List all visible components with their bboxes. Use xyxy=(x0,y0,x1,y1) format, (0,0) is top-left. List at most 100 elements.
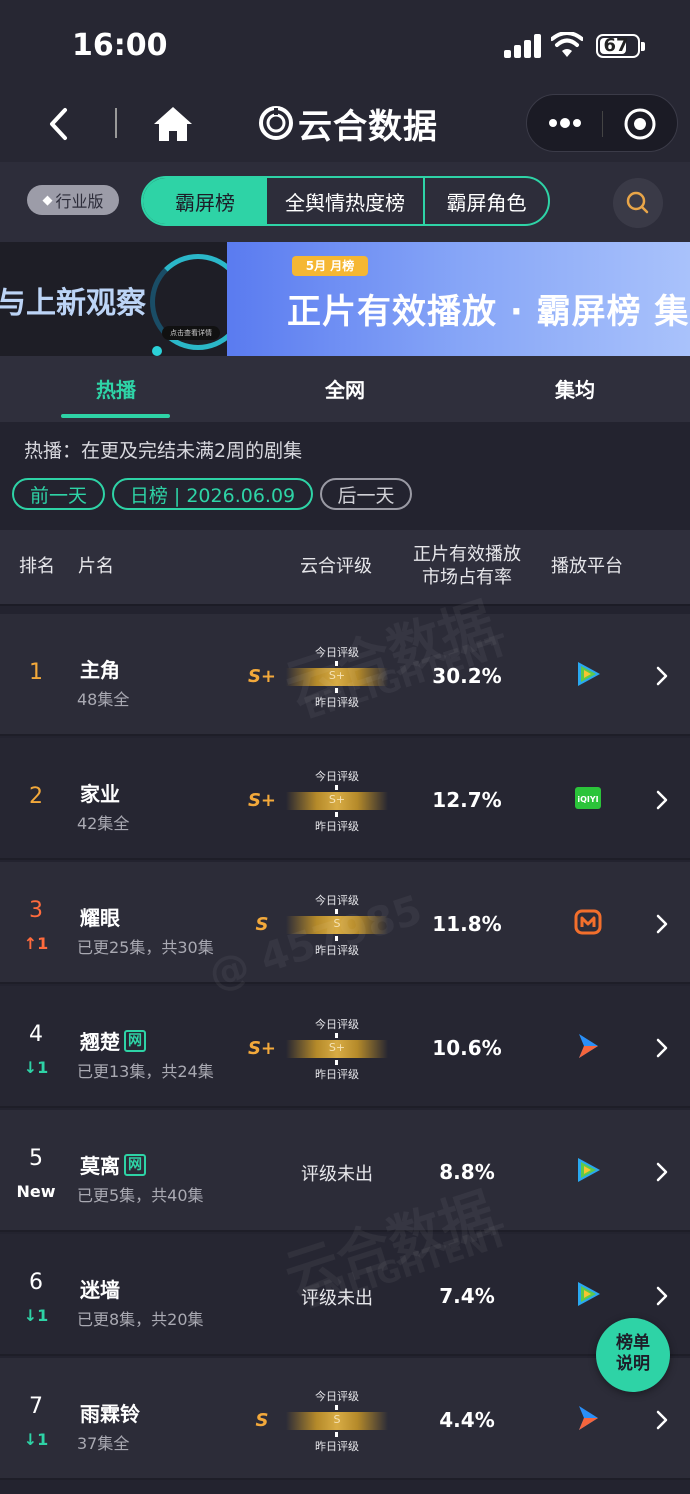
show-title[interactable]: 家业 xyxy=(80,778,120,807)
back-icon[interactable] xyxy=(40,104,80,144)
web-series-badge: 网 xyxy=(124,1153,146,1176)
rank-down: ↓1 xyxy=(23,1306,49,1325)
header-share-line2: 市场占有率 xyxy=(422,567,512,588)
table-row[interactable]: 3 ↑1 耀眼 已更25集，共30集 S 今日评级 S 昨日评级 11.8% xyxy=(0,862,690,984)
header-rank: 排名 xyxy=(19,556,55,577)
market-share: 30.2% xyxy=(432,664,502,688)
diamond-icon: ◆ xyxy=(42,192,53,208)
chevron-right-icon[interactable] xyxy=(652,1036,672,1060)
tab-all-network[interactable]: 全网 xyxy=(290,374,400,403)
show-title-text: 耀眼 xyxy=(80,906,120,930)
rank-down: ↓1 xyxy=(23,1058,49,1077)
table-row[interactable]: 2 家业 42集全 S+ 今日评级 S+ 昨日评级 12.7% iQIYI xyxy=(0,738,690,860)
nav-divider xyxy=(115,108,117,138)
tab-hot[interactable]: 热播 xyxy=(61,374,171,403)
nav-bar: 云合数据 xyxy=(0,90,690,162)
rank-number: 7 xyxy=(29,1394,43,1419)
tab-public-opinion[interactable]: 全舆情热度榜 xyxy=(267,178,425,224)
market-share: 8.8% xyxy=(439,1160,495,1184)
table-row[interactable]: 5 New 莫离网已更5集，共40集 评级未出 8.8% xyxy=(0,1110,690,1232)
rank-number: 2 xyxy=(29,784,43,809)
show-title[interactable]: 莫离网 xyxy=(80,1150,146,1179)
svg-text:iQIYI: iQIYI xyxy=(577,795,598,804)
iqiyi-icon: iQIYI xyxy=(574,784,602,812)
gauge-grade: S xyxy=(333,1413,341,1426)
show-title-text: 雨霖铃 xyxy=(80,1402,140,1426)
banner-slide-current[interactable]: 5月 月榜 正片有效播放 · 霸屏榜 集 xyxy=(227,242,690,356)
grade-gauge: 今日评级 S+ 昨日评级 xyxy=(282,768,392,834)
show-title[interactable]: 迷墙 xyxy=(80,1274,120,1303)
grade-gauge: 今日评级 S+ 昨日评级 xyxy=(282,1016,392,1082)
banner-left-text: 与上新观察 xyxy=(0,286,146,321)
gauge-yesterday-label: 昨日评级 xyxy=(315,1440,359,1453)
gauge-today-label: 今日评级 xyxy=(315,770,359,783)
rank-change-new: New xyxy=(16,1182,56,1201)
next-day-button[interactable]: 后一天 xyxy=(320,478,412,510)
table-row[interactable]: 1 主角 48集全 S+ 今日评级 S+ 昨日评级 30.2% xyxy=(0,614,690,736)
banner-slide-prev[interactable]: 与上新观察 点击查看详情 xyxy=(0,242,227,356)
episode-info: 已更5集，共40集 xyxy=(77,1186,204,1205)
rank-down: ↓1 xyxy=(23,1430,49,1449)
show-title[interactable]: 雨霖铃 xyxy=(80,1398,140,1427)
show-title[interactable]: 耀眼 xyxy=(80,902,120,931)
market-share: 12.7% xyxy=(432,788,502,812)
chevron-right-icon[interactable] xyxy=(652,1408,672,1432)
board-explanation-button[interactable]: 榜单 说明 xyxy=(596,1318,670,1392)
tencent-video-icon xyxy=(574,1280,602,1308)
gauge-yesterday-label: 昨日评级 xyxy=(315,944,359,957)
tencent-video-icon xyxy=(574,1156,602,1184)
chevron-right-icon[interactable] xyxy=(652,1284,672,1308)
chevron-right-icon[interactable] xyxy=(652,788,672,812)
episode-info: 已更25集，共30集 xyxy=(77,938,214,957)
banner-cta[interactable]: 点击查看详情 xyxy=(162,326,220,340)
home-icon[interactable] xyxy=(152,104,194,144)
status-bar: 16:00 67 xyxy=(0,0,690,90)
header-title: 片名 xyxy=(78,556,114,577)
gauge-yesterday-label: 昨日评级 xyxy=(315,1068,359,1081)
tab-per-episode[interactable]: 集均 xyxy=(520,374,630,403)
close-mini-program-icon[interactable] xyxy=(623,107,657,141)
more-icon[interactable] xyxy=(547,109,583,137)
header-share-line1: 正片有效播放 xyxy=(413,544,521,565)
banner-title: 正片有效播放 · 霸屏榜 集 xyxy=(287,292,690,332)
tab-screen-domination[interactable]: 霸屏榜 xyxy=(143,178,267,224)
rank-number: 3 xyxy=(29,898,43,923)
search-icon[interactable] xyxy=(613,178,663,228)
app-name: 云合数据 xyxy=(298,106,438,147)
rank-number: 5 xyxy=(29,1146,43,1171)
active-tab-indicator xyxy=(61,414,170,418)
gauge-today-label: 今日评级 xyxy=(315,646,359,659)
brand: 云合数据 xyxy=(258,100,438,147)
chevron-right-icon[interactable] xyxy=(652,1160,672,1184)
grade-gauge: 今日评级 S 昨日评级 xyxy=(282,1388,392,1454)
table-header: 排名 片名 云合评级 正片有效播放 市场占有率 播放平台 xyxy=(0,530,690,606)
table-row[interactable]: 4 ↓1 翘楚网已更13集，共24集 S+ 今日评级 S+ 昨日评级 10.6% xyxy=(0,986,690,1108)
rank-number: 1 xyxy=(29,660,43,685)
prev-day-button[interactable]: 前一天 xyxy=(12,478,105,510)
rank-up: ↑1 xyxy=(23,934,49,953)
edition-badge[interactable]: ◆ 行业版 xyxy=(27,185,119,215)
table-row[interactable]: 7 ↓1 雨霖铃 37集全 S 今日评级 S 昨日评级 4.4% xyxy=(0,1358,690,1480)
gauge-today-label: 今日评级 xyxy=(315,1018,359,1031)
gauge-yesterday-label: 昨日评级 xyxy=(315,696,359,709)
tab-top-roles[interactable]: 霸屏角色 xyxy=(425,178,548,224)
date-picker[interactable]: 日榜 | 2026.06.09 xyxy=(112,478,313,510)
show-title[interactable]: 主角 xyxy=(80,654,120,683)
show-title[interactable]: 翘楚网 xyxy=(80,1026,146,1055)
grade-pending: 评级未出 xyxy=(301,1164,373,1185)
cellular-signal-icon xyxy=(504,34,542,58)
battery-level: 67 xyxy=(603,35,629,56)
episode-info: 48集全 xyxy=(77,690,130,709)
tencent-video-icon xyxy=(574,660,602,688)
chevron-right-icon[interactable] xyxy=(652,912,672,936)
gauge-grade: S+ xyxy=(328,1041,346,1054)
table-row[interactable]: 6 ↓1 迷墙 已更8集，共20集 评级未出 7.4% xyxy=(0,1234,690,1356)
battery-icon: 67 xyxy=(596,34,640,58)
gauge-grade: S+ xyxy=(328,669,346,682)
float-line1: 榜单 xyxy=(616,1333,650,1353)
rank-number: 4 xyxy=(29,1022,43,1047)
chevron-right-icon[interactable] xyxy=(652,664,672,688)
show-title-text: 翘楚 xyxy=(80,1030,120,1054)
mini-program-capsule xyxy=(526,94,678,152)
promo-banner[interactable]: 与上新观察 点击查看详情 5月 月榜 正片有效播放 · 霸屏榜 集 xyxy=(0,242,690,356)
